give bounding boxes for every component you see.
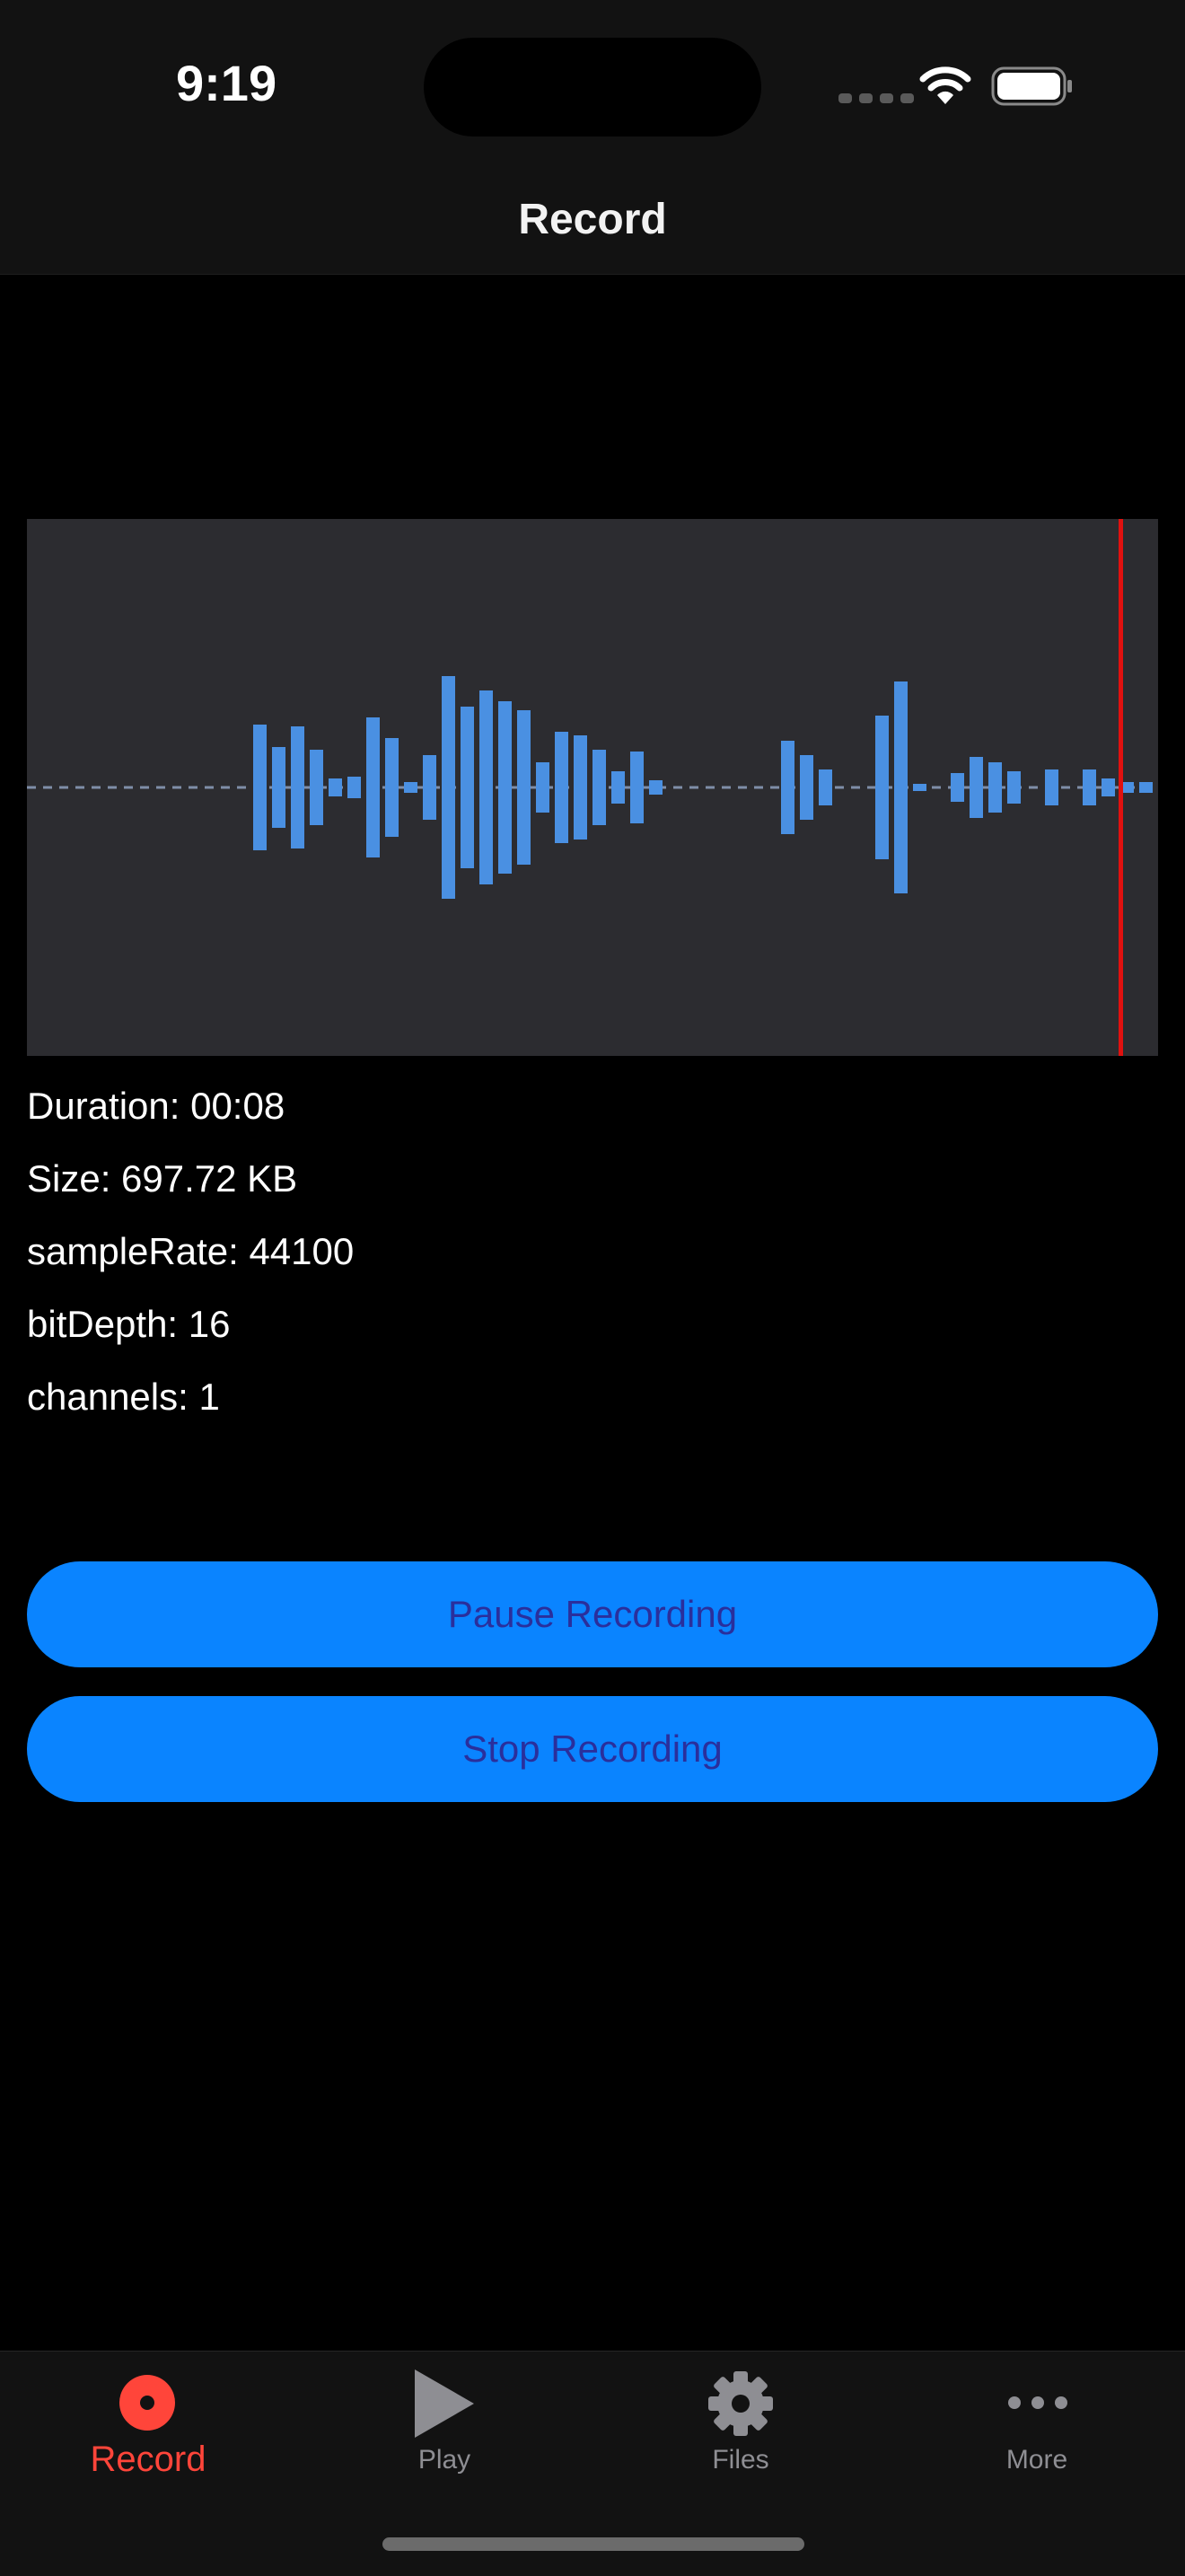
tab-record[interactable]: Record bbox=[0, 2352, 296, 2504]
waveform-bar bbox=[347, 777, 361, 798]
size-text: Size: 697.72 KB bbox=[27, 1157, 298, 1200]
waveform-bar bbox=[1102, 778, 1115, 796]
waveform-bar bbox=[366, 717, 380, 857]
tab-files[interactable]: Files bbox=[592, 2352, 889, 2504]
waveform-bar bbox=[951, 773, 964, 802]
recording-info: Duration: 00:08 Size: 697.72 KB sampleRa… bbox=[27, 1074, 354, 1437]
waveform-bar bbox=[423, 755, 436, 820]
waveform-bar bbox=[913, 784, 926, 791]
tab-more[interactable]: More bbox=[889, 2352, 1185, 2504]
waveform-bar bbox=[329, 778, 342, 796]
waveform-bar bbox=[970, 757, 983, 818]
waveform-bar bbox=[1007, 771, 1021, 804]
tab-files-label: Files bbox=[712, 2445, 769, 2475]
battery-icon bbox=[991, 66, 1072, 106]
waveform-bar bbox=[819, 769, 832, 805]
waveform-bar bbox=[1083, 769, 1096, 805]
waveform-bar bbox=[310, 750, 323, 825]
record-icon bbox=[119, 2375, 175, 2431]
waveform-bar bbox=[1045, 769, 1058, 805]
waveform-bar bbox=[649, 780, 663, 795]
stop-recording-button[interactable]: Stop Recording bbox=[27, 1696, 1158, 1802]
tab-play[interactable]: Play bbox=[296, 2352, 592, 2504]
waveform-playhead bbox=[1119, 519, 1123, 1056]
waveform-bar bbox=[574, 735, 587, 840]
navigation-bar: Record bbox=[0, 175, 1185, 275]
waveform-svg bbox=[27, 519, 1158, 1056]
waveform-bar bbox=[253, 725, 267, 850]
waveform-bar bbox=[272, 747, 285, 828]
waveform-bar bbox=[781, 741, 794, 834]
tab-play-label: Play bbox=[417, 2445, 471, 2475]
play-icon bbox=[415, 2369, 474, 2438]
status-time: 9:19 bbox=[176, 55, 277, 111]
bit-depth-text: bitDepth: 16 bbox=[27, 1303, 231, 1345]
waveform-bar bbox=[800, 755, 813, 820]
waveform-bar bbox=[536, 762, 549, 813]
cellular-signal-icon bbox=[838, 93, 914, 103]
waveform-bar bbox=[385, 738, 399, 837]
tab-more-label: More bbox=[1005, 2445, 1068, 2475]
waveform-bar bbox=[555, 732, 568, 843]
pause-recording-button[interactable]: Pause Recording bbox=[27, 1561, 1158, 1667]
waveform-bar bbox=[291, 726, 304, 848]
wifi-icon bbox=[919, 66, 971, 104]
waveform-bar bbox=[442, 676, 455, 899]
waveform-bar bbox=[875, 716, 889, 859]
waveform-bar bbox=[498, 701, 512, 874]
duration-text: Duration: 00:08 bbox=[27, 1085, 285, 1127]
waveform-bar bbox=[630, 752, 644, 823]
waveform-bar bbox=[517, 710, 531, 865]
status-bar: 9:19 bbox=[0, 0, 1185, 175]
gear-icon bbox=[708, 2371, 773, 2436]
waveform-bar bbox=[611, 771, 625, 804]
waveform-visualizer bbox=[27, 519, 1158, 1056]
waveform-bar bbox=[461, 707, 474, 868]
dynamic-island bbox=[424, 38, 761, 136]
waveform-bar bbox=[404, 782, 417, 793]
page-title: Record bbox=[518, 196, 667, 243]
sample-rate-text: sampleRate: 44100 bbox=[27, 1230, 355, 1272]
waveform-bar bbox=[592, 750, 606, 825]
waveform-bar bbox=[1139, 782, 1153, 793]
waveform-bar bbox=[988, 762, 1002, 813]
channels-text: channels: 1 bbox=[27, 1376, 220, 1418]
waveform-bar bbox=[894, 681, 908, 893]
home-indicator bbox=[382, 2537, 804, 2551]
ellipsis-icon bbox=[1008, 2396, 1067, 2409]
tab-record-label: Record bbox=[90, 2440, 206, 2479]
waveform-bar bbox=[479, 690, 493, 884]
